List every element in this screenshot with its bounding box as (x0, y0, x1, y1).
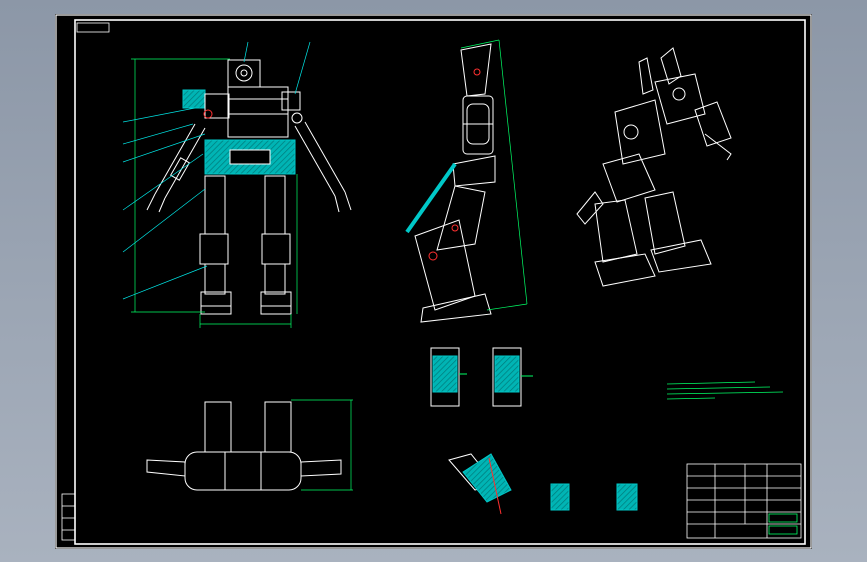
shoulder-box-right (281, 91, 301, 111)
drawing-sheet (55, 14, 812, 549)
iso-foot-left (594, 253, 656, 287)
top-body (184, 451, 302, 491)
revision-strip (61, 493, 76, 541)
joint-b-hatch (494, 355, 520, 393)
cad-drawing-canvas (55, 14, 812, 549)
section-c-hatch (616, 483, 638, 511)
side-shin (414, 219, 476, 311)
iso-leg-left (594, 199, 638, 263)
shoulder-hatch-left (182, 89, 206, 109)
side-dimensions (460, 39, 528, 311)
isometric-view (576, 47, 732, 287)
outer-border (55, 14, 812, 549)
head-camera (235, 64, 253, 82)
side-view (405, 39, 528, 323)
top-right-leg (264, 401, 292, 453)
side-hatch-link (405, 162, 457, 234)
drawing-number-box (76, 22, 110, 33)
section-b-hatch (550, 483, 570, 511)
title-block (686, 463, 802, 539)
iso-torso (614, 99, 666, 165)
torso-block (227, 86, 289, 138)
left-leg (199, 175, 232, 315)
right-arm (291, 112, 352, 213)
iso-foot-right (650, 239, 712, 273)
front-view (122, 41, 352, 328)
top-view (146, 399, 353, 491)
detail-section-views (448, 453, 638, 515)
iso-hip (602, 153, 656, 203)
top-dimensions (291, 399, 353, 491)
top-left-arm (146, 459, 186, 477)
side-thigh (436, 185, 486, 251)
technical-notes (666, 381, 784, 400)
detail-joint-views (430, 347, 533, 407)
right-leg (260, 175, 292, 315)
top-right-arm (300, 459, 342, 477)
top-left-leg (204, 401, 232, 453)
side-head (460, 43, 492, 97)
head-block (227, 59, 261, 88)
joint-a-hatch (432, 355, 458, 393)
section-a-hatch (462, 453, 512, 503)
